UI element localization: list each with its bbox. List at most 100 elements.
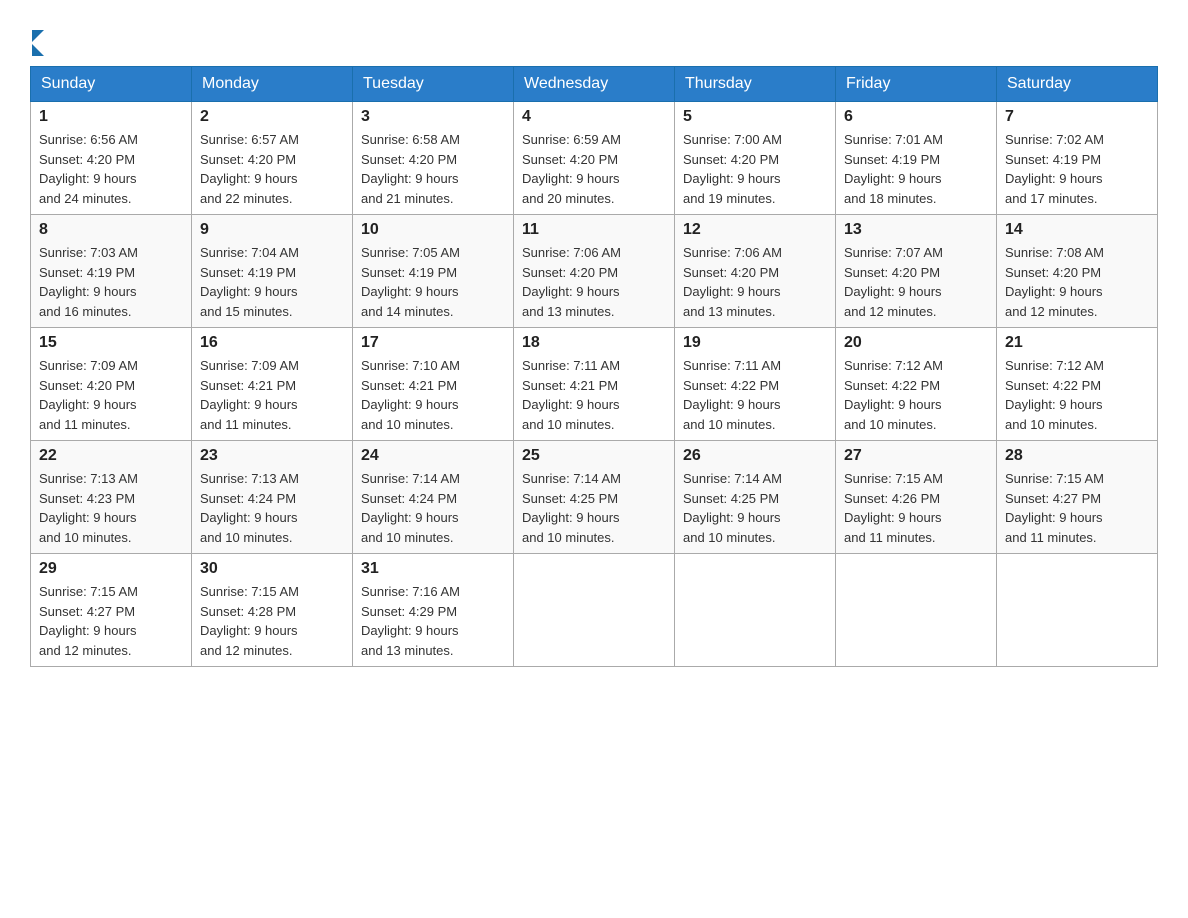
calendar-day-cell: 22 Sunrise: 7:13 AMSunset: 4:23 PMDayligh… (31, 441, 192, 554)
day-info: Sunrise: 6:58 AMSunset: 4:20 PMDaylight:… (361, 130, 505, 208)
day-info: Sunrise: 7:14 AMSunset: 4:25 PMDaylight:… (683, 469, 827, 547)
calendar-day-cell (997, 554, 1158, 667)
calendar-day-cell: 7 Sunrise: 7:02 AMSunset: 4:19 PMDaylight… (997, 102, 1158, 215)
calendar-day-cell: 8 Sunrise: 7:03 AMSunset: 4:19 PMDaylight… (31, 215, 192, 328)
day-number: 20 (844, 334, 988, 352)
calendar-day-cell: 6 Sunrise: 7:01 AMSunset: 4:19 PMDaylight… (836, 102, 997, 215)
day-number: 11 (522, 221, 666, 239)
calendar-day-cell: 16 Sunrise: 7:09 AMSunset: 4:21 PMDayligh… (192, 328, 353, 441)
calendar-day-cell: 24Sunrise: 7:14 AMSunset: 4:24 PMDayligh… (353, 441, 514, 554)
day-info: Sunrise: 7:15 AMSunset: 4:27 PMDaylight:… (39, 582, 183, 660)
day-info: Sunrise: 7:15 AMSunset: 4:26 PMDaylight:… (844, 469, 988, 547)
calendar-week-row: 15 Sunrise: 7:09 AMSunset: 4:20 PMDayligh… (31, 328, 1158, 441)
day-of-week-header: Thursday (675, 67, 836, 102)
day-info: Sunrise: 7:06 AMSunset: 4:20 PMDaylight:… (683, 243, 827, 321)
day-number: 23 (200, 447, 344, 465)
day-number: 25 (522, 447, 666, 465)
calendar-day-cell: 23 Sunrise: 7:13 AMSunset: 4:24 PMDayligh… (192, 441, 353, 554)
day-of-week-header: Friday (836, 67, 997, 102)
logo (30, 30, 44, 56)
calendar-week-row: 22 Sunrise: 7:13 AMSunset: 4:23 PMDayligh… (31, 441, 1158, 554)
calendar-header-row: SundayMondayTuesdayWednesdayThursdayFrid… (31, 67, 1158, 102)
day-number: 22 (39, 447, 183, 465)
calendar-day-cell: 31 Sunrise: 7:16 AMSunset: 4:29 PMDayligh… (353, 554, 514, 667)
day-number: 8 (39, 221, 183, 239)
day-info: Sunrise: 7:07 AMSunset: 4:20 PMDaylight:… (844, 243, 988, 321)
day-number: 3 (361, 108, 505, 126)
day-info: Sunrise: 7:11 AMSunset: 4:21 PMDaylight:… (522, 356, 666, 434)
day-info: Sunrise: 7:10 AMSunset: 4:21 PMDaylight:… (361, 356, 505, 434)
day-of-week-header: Saturday (997, 67, 1158, 102)
calendar-day-cell (836, 554, 997, 667)
day-info: Sunrise: 7:13 AMSunset: 4:24 PMDaylight:… (200, 469, 344, 547)
calendar-week-row: 1Sunrise: 6:56 AMSunset: 4:20 PMDaylight… (31, 102, 1158, 215)
calendar-day-cell: 18 Sunrise: 7:11 AMSunset: 4:21 PMDayligh… (514, 328, 675, 441)
calendar-day-cell: 1Sunrise: 6:56 AMSunset: 4:20 PMDaylight… (31, 102, 192, 215)
day-of-week-header: Wednesday (514, 67, 675, 102)
day-info: Sunrise: 7:02 AMSunset: 4:19 PMDaylight:… (1005, 130, 1149, 208)
day-info: Sunrise: 7:01 AMSunset: 4:19 PMDaylight:… (844, 130, 988, 208)
day-info: Sunrise: 6:56 AMSunset: 4:20 PMDaylight:… (39, 130, 183, 208)
calendar-day-cell: 13 Sunrise: 7:07 AMSunset: 4:20 PMDayligh… (836, 215, 997, 328)
day-number: 30 (200, 560, 344, 578)
calendar-day-cell (675, 554, 836, 667)
calendar-table: SundayMondayTuesdayWednesdayThursdayFrid… (30, 66, 1158, 667)
day-of-week-header: Sunday (31, 67, 192, 102)
calendar-day-cell: 17 Sunrise: 7:10 AMSunset: 4:21 PMDayligh… (353, 328, 514, 441)
calendar-day-cell: 21 Sunrise: 7:12 AMSunset: 4:22 PMDayligh… (997, 328, 1158, 441)
day-number: 21 (1005, 334, 1149, 352)
calendar-day-cell: 14 Sunrise: 7:08 AMSunset: 4:20 PMDayligh… (997, 215, 1158, 328)
day-info: Sunrise: 7:09 AMSunset: 4:21 PMDaylight:… (200, 356, 344, 434)
day-number: 17 (361, 334, 505, 352)
calendar-day-cell: 9Sunrise: 7:04 AMSunset: 4:19 PMDaylight… (192, 215, 353, 328)
calendar-day-cell (514, 554, 675, 667)
calendar-day-cell: 25 Sunrise: 7:14 AMSunset: 4:25 PMDayligh… (514, 441, 675, 554)
day-of-week-header: Monday (192, 67, 353, 102)
calendar-day-cell: 26 Sunrise: 7:14 AMSunset: 4:25 PMDayligh… (675, 441, 836, 554)
day-info: Sunrise: 7:09 AMSunset: 4:20 PMDaylight:… (39, 356, 183, 434)
calendar-day-cell: 10 Sunrise: 7:05 AMSunset: 4:19 PMDayligh… (353, 215, 514, 328)
day-info: Sunrise: 7:12 AMSunset: 4:22 PMDaylight:… (1005, 356, 1149, 434)
day-number: 13 (844, 221, 988, 239)
day-number: 14 (1005, 221, 1149, 239)
day-info: Sunrise: 7:08 AMSunset: 4:20 PMDaylight:… (1005, 243, 1149, 321)
day-number: 4 (522, 108, 666, 126)
calendar-day-cell: 30 Sunrise: 7:15 AMSunset: 4:28 PMDayligh… (192, 554, 353, 667)
day-number: 16 (200, 334, 344, 352)
day-info: Sunrise: 7:13 AMSunset: 4:23 PMDaylight:… (39, 469, 183, 547)
day-info: Sunrise: 7:12 AMSunset: 4:22 PMDaylight:… (844, 356, 988, 434)
day-info: Sunrise: 7:16 AMSunset: 4:29 PMDaylight:… (361, 582, 505, 660)
day-info: Sunrise: 7:04 AMSunset: 4:19 PMDaylight:… (200, 243, 344, 321)
day-number: 19 (683, 334, 827, 352)
calendar-day-cell: 27 Sunrise: 7:15 AMSunset: 4:26 PMDayligh… (836, 441, 997, 554)
day-number: 12 (683, 221, 827, 239)
calendar-day-cell: 19Sunrise: 7:11 AMSunset: 4:22 PMDayligh… (675, 328, 836, 441)
calendar-day-cell: 28Sunrise: 7:15 AMSunset: 4:27 PMDayligh… (997, 441, 1158, 554)
day-number: 15 (39, 334, 183, 352)
day-info: Sunrise: 7:14 AMSunset: 4:25 PMDaylight:… (522, 469, 666, 547)
day-number: 24 (361, 447, 505, 465)
day-info: Sunrise: 7:03 AMSunset: 4:19 PMDaylight:… (39, 243, 183, 321)
day-number: 31 (361, 560, 505, 578)
calendar-day-cell: 11Sunrise: 7:06 AMSunset: 4:20 PMDayligh… (514, 215, 675, 328)
day-info: Sunrise: 6:57 AMSunset: 4:20 PMDaylight:… (200, 130, 344, 208)
calendar-day-cell: 3 Sunrise: 6:58 AMSunset: 4:20 PMDaylight… (353, 102, 514, 215)
day-number: 2 (200, 108, 344, 126)
calendar-day-cell: 29Sunrise: 7:15 AMSunset: 4:27 PMDayligh… (31, 554, 192, 667)
day-info: Sunrise: 6:59 AMSunset: 4:20 PMDaylight:… (522, 130, 666, 208)
day-info: Sunrise: 7:15 AMSunset: 4:28 PMDaylight:… (200, 582, 344, 660)
day-info: Sunrise: 7:05 AMSunset: 4:19 PMDaylight:… (361, 243, 505, 321)
day-number: 10 (361, 221, 505, 239)
day-number: 6 (844, 108, 988, 126)
calendar-day-cell: 4 Sunrise: 6:59 AMSunset: 4:20 PMDaylight… (514, 102, 675, 215)
day-number: 26 (683, 447, 827, 465)
day-number: 7 (1005, 108, 1149, 126)
day-number: 5 (683, 108, 827, 126)
day-number: 27 (844, 447, 988, 465)
day-number: 18 (522, 334, 666, 352)
calendar-week-row: 29Sunrise: 7:15 AMSunset: 4:27 PMDayligh… (31, 554, 1158, 667)
day-of-week-header: Tuesday (353, 67, 514, 102)
calendar-day-cell: 15 Sunrise: 7:09 AMSunset: 4:20 PMDayligh… (31, 328, 192, 441)
calendar-day-cell: 2 Sunrise: 6:57 AMSunset: 4:20 PMDaylight… (192, 102, 353, 215)
day-number: 28 (1005, 447, 1149, 465)
